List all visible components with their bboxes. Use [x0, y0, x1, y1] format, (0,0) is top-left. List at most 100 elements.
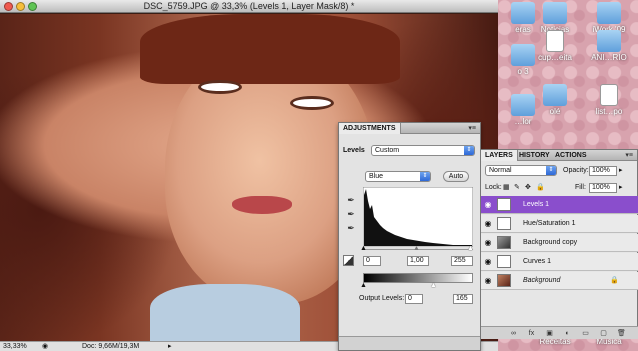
- black-eyedropper-icon[interactable]: ✒: [346, 195, 356, 205]
- title-bar[interactable]: DSC_5759.JPG @ 33,3% (Levels 1, Layer Ma…: [0, 0, 498, 13]
- channel-value: Blue: [369, 173, 384, 180]
- visibility-eye-icon[interactable]: ◉: [483, 276, 493, 285]
- layer-row-background-copy[interactable]: ◉ Background copy: [481, 234, 638, 252]
- output-black-slider[interactable]: ▲: [360, 282, 367, 289]
- input-white-field[interactable]: 255: [451, 256, 473, 266]
- layer-row-hue-saturation[interactable]: ◉ Hue/Saturation 1: [481, 215, 638, 233]
- visibility-eye-icon[interactable]: ◉: [483, 257, 493, 266]
- desktop-icon-label: ANI…RIO: [591, 53, 627, 62]
- layers-panel-header: LAYERS HISTORY ACTIONS ▾≡: [481, 150, 637, 161]
- hair-fringe: [140, 14, 400, 84]
- adjustment-layer-icon: [497, 198, 511, 211]
- chevron-down-icon: ⇕: [464, 146, 474, 155]
- document-icon: [546, 30, 564, 52]
- mask-link-icon[interactable]: [515, 198, 523, 211]
- status-info-icon[interactable]: ◉: [42, 342, 48, 350]
- input-gamma-field[interactable]: 1,00: [407, 256, 429, 266]
- output-black-field[interactable]: 0: [405, 294, 423, 304]
- opacity-field[interactable]: 100%: [589, 166, 617, 176]
- tab-adjustments[interactable]: ADJUSTMENTS: [339, 123, 401, 134]
- group-icon[interactable]: ▭: [581, 329, 590, 338]
- zoom-level[interactable]: 33,33%: [3, 343, 27, 350]
- layer-row-curves[interactable]: ◉ Curves 1: [481, 253, 638, 271]
- histogram: [363, 187, 473, 247]
- visibility-eye-icon[interactable]: ◉: [483, 200, 493, 209]
- blend-mode-select[interactable]: Normal ⇕: [485, 165, 557, 176]
- adjustment-layer-icon: [497, 255, 511, 268]
- gray-eyedropper-icon[interactable]: ✒: [346, 209, 356, 219]
- tab-layers[interactable]: LAYERS: [481, 150, 518, 161]
- output-levels-label: Output Levels:: [359, 295, 405, 302]
- fill-slider-icon[interactable]: ▸: [619, 183, 623, 191]
- output-white-slider[interactable]: ▲: [430, 282, 437, 289]
- fill-field[interactable]: 100%: [589, 183, 617, 193]
- input-white-slider[interactable]: ▲: [467, 245, 474, 252]
- folder-icon: [597, 2, 621, 24]
- mask-icon[interactable]: ▣: [545, 329, 554, 338]
- document-title: DSC_5759.JPG @ 33,3% (Levels 1, Layer Ma…: [143, 1, 355, 11]
- input-black-field[interactable]: 0: [363, 256, 381, 266]
- layers-panel: LAYERS HISTORY ACTIONS ▾≡ Normal ⇕ Opaci…: [480, 149, 638, 339]
- adjustment-layer-icon: [497, 217, 511, 230]
- desktop-icon[interactable]: olé: [532, 84, 578, 116]
- layer-name: Background: [523, 277, 561, 284]
- desktop-icon-label: o 3: [517, 67, 529, 76]
- right-eye: [290, 96, 334, 110]
- desktop-icon[interactable]: ANI…RIO: [586, 30, 632, 62]
- preset-select[interactable]: Custom ⇕: [371, 145, 475, 156]
- document-size: Doc: 9,66M/19,3M: [82, 343, 140, 350]
- layer-row-levels[interactable]: ◉ Levels 1: [481, 196, 638, 214]
- folder-icon: [543, 2, 567, 24]
- layer-name: Background copy: [523, 239, 578, 246]
- adjustments-panel: ADJUSTMENTS ▾≡ Levels Custom ⇕ Blue ⇕ Au…: [338, 122, 481, 351]
- input-black-slider[interactable]: ▲: [360, 245, 367, 252]
- adjustments-footer: [339, 336, 480, 350]
- lips: [232, 196, 292, 214]
- lock-transparency-icon[interactable]: ▦: [503, 183, 510, 191]
- output-white-field[interactable]: 165: [453, 294, 473, 304]
- left-eye: [198, 80, 242, 94]
- desktop-icon-label: …lor: [514, 117, 532, 126]
- visibility-eye-icon[interactable]: ◉: [483, 219, 493, 228]
- adjustments-panel-header: ADJUSTMENTS ▾≡: [339, 123, 480, 134]
- layer-name: Curves 1: [523, 258, 552, 265]
- chevron-down-icon: ⇕: [546, 166, 556, 175]
- trash-icon[interactable]: 🗑: [617, 329, 626, 338]
- lock-pixels-icon[interactable]: ✎: [514, 183, 520, 191]
- new-layer-icon[interactable]: ▢: [599, 329, 608, 338]
- layers-footer: ∞ fx ▣ ◐ ▭ ▢ 🗑: [481, 326, 638, 339]
- panel-menu-icon[interactable]: ▾≡: [468, 124, 476, 132]
- link-icon[interactable]: ∞: [509, 329, 518, 338]
- desktop-icon[interactable]: cup…eita: [532, 30, 578, 62]
- layer-row-background[interactable]: ◉ Background 🔒: [481, 272, 638, 290]
- adjustment-icon[interactable]: ◐: [563, 329, 572, 338]
- desktop-icon-label: olé: [549, 107, 561, 116]
- opacity-slider-icon[interactable]: ▸: [619, 166, 623, 174]
- status-arrow-icon[interactable]: ▸: [168, 342, 172, 350]
- desktop-icon[interactable]: list…po: [586, 84, 632, 116]
- fx-icon[interactable]: fx: [527, 329, 536, 338]
- document-icon: [600, 84, 618, 106]
- channel-select[interactable]: Blue ⇕: [365, 171, 431, 182]
- input-gamma-slider[interactable]: ▲: [413, 245, 420, 252]
- tab-actions[interactable]: ACTIONS: [551, 150, 591, 161]
- desktop-icon-label: list…po: [595, 107, 623, 116]
- auto-button[interactable]: Auto: [443, 171, 469, 182]
- lock-position-icon[interactable]: ✥: [525, 183, 531, 191]
- visibility-eye-icon[interactable]: ◉: [483, 238, 493, 247]
- layer-name: Levels 1: [523, 201, 550, 208]
- lock-all-icon[interactable]: 🔒: [536, 183, 545, 191]
- shirt-collar: [150, 284, 300, 341]
- tab-history[interactable]: HISTORY: [515, 150, 554, 161]
- clipping-icon[interactable]: [343, 255, 354, 266]
- layer-thumbnail: [497, 274, 511, 287]
- opacity-label: Opacity:: [563, 167, 589, 174]
- layer-name: Hue/Saturation 1: [523, 220, 576, 227]
- folder-icon: [543, 84, 567, 106]
- lock-label: Lock:: [485, 184, 502, 191]
- desktop-icon-label: cup…eita: [538, 53, 572, 62]
- preset-label: Levels: [343, 147, 365, 154]
- preset-value: Custom: [375, 147, 400, 154]
- white-eyedropper-icon[interactable]: ✒: [346, 223, 356, 233]
- panel-menu-icon[interactable]: ▾≡: [625, 151, 633, 159]
